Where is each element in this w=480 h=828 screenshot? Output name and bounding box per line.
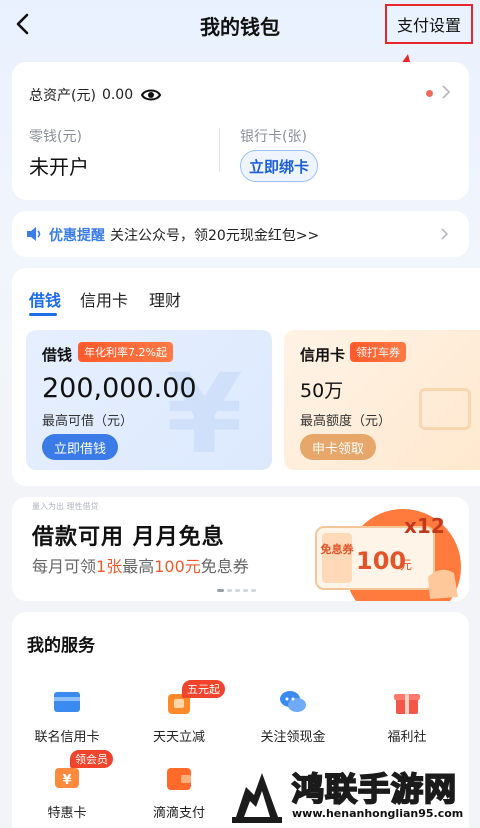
apply-card-button[interactable]: 申卡领取 <box>300 434 376 460</box>
coupon-unit: 元 <box>400 558 412 572</box>
products-section: 借钱 信用卡 理财 ¥ 借钱 年化利率7.2%起 200,000.00 最高可借… <box>12 268 480 486</box>
service-follow-cash[interactable]: 关注领现金 <box>238 686 348 745</box>
service-label: 关注领现金 <box>260 730 326 745</box>
credit-card-card[interactable]: 信用卡 领打车券 50万 最高额度（元） 申卡领取 <box>284 330 480 470</box>
services-title: 我的服务 <box>27 636 95 656</box>
service-didi-pay[interactable]: 滴滴支付 <box>124 762 234 821</box>
pay-settings-button[interactable]: 支付设置 <box>385 4 473 44</box>
tab-underline <box>29 313 57 316</box>
divider <box>219 128 220 172</box>
watermark-text: 鸿联手游网 <box>291 769 458 809</box>
banner-disclaimer: 量入为出 理性借贷 <box>32 502 99 511</box>
service-label: 特惠卡 <box>47 806 87 821</box>
loan-sub: 最高可借（元） <box>42 414 134 429</box>
bind-card-button[interactable]: 立即绑卡 <box>240 150 318 182</box>
notification-dot <box>426 90 433 97</box>
credit-amount: 50万 <box>300 380 344 402</box>
coupon-illustration-icon: 免息券 100 元 x12 <box>315 509 461 601</box>
watermark-url: www.henanhonglian95.com <box>292 807 464 820</box>
banner-subtitle: 每月可领1张最高100元免息券 <box>32 557 249 576</box>
carousel-dots <box>217 589 256 592</box>
eye-icon[interactable] <box>141 87 162 103</box>
credit-badge: 领打车券 <box>350 342 406 362</box>
service-label: 福利社 <box>387 730 427 745</box>
notice-text: 关注公众号，领20元现金红包>> <box>110 228 320 244</box>
yen-watermark-icon: ¥ <box>166 350 243 470</box>
service-special-card[interactable]: ¥ 特惠卡 <box>12 762 122 821</box>
svg-text:¥: ¥ <box>62 773 71 788</box>
coupon-value: 100 <box>356 547 406 575</box>
notice-tag: 优惠提醒 <box>49 228 105 244</box>
chevron-right-icon[interactable] <box>440 84 452 100</box>
tab-loan[interactable]: 借钱 <box>29 287 61 311</box>
banner-title: 借款可用 月月免息 <box>32 525 225 550</box>
coupon-times: x12 <box>404 514 445 538</box>
credit-sub: 最高额度（元） <box>300 414 392 429</box>
change-value[interactable]: 未开户 <box>29 151 89 180</box>
loan-amount: 200,000.00 <box>42 373 197 404</box>
chat-bubbles-icon <box>280 691 306 712</box>
service-badge: 领会员 <box>70 750 113 768</box>
speaker-icon <box>27 227 41 241</box>
service-label: 滴滴支付 <box>152 806 205 821</box>
chevron-right-icon <box>441 228 449 240</box>
change-label: 零钱(元) <box>29 129 82 145</box>
bank-card-label: 银行卡(张) <box>240 129 307 145</box>
tab-credit-card[interactable]: 信用卡 <box>80 287 128 311</box>
watermark-logo-icon <box>232 773 282 823</box>
total-assets-label: 总资产(元) <box>29 88 96 104</box>
wallet-icon <box>167 768 191 790</box>
total-assets-value: 0.00 <box>101 87 134 103</box>
total-assets-row: 总资产(元) 0.00 <box>29 85 162 105</box>
promo-banner[interactable]: 量入为出 理性借贷 借款可用 月月免息 每月可领1张最高100元免息券 免息券 … <box>12 497 469 601</box>
service-welfare[interactable]: 福利社 <box>352 686 462 745</box>
loan-rate-badge: 年化利率7.2%起 <box>78 342 173 362</box>
credit-title: 信用卡 <box>300 346 346 364</box>
gift-icon <box>394 694 420 714</box>
service-label: 天天立减 <box>152 730 205 745</box>
loan-title: 借钱 <box>42 346 73 364</box>
promo-notice[interactable]: 优惠提醒 关注公众号，领20元现金红包>> <box>12 211 469 257</box>
borrow-now-button[interactable]: 立即借钱 <box>42 434 118 460</box>
service-label: 联名信用卡 <box>34 730 100 745</box>
service-cobrand-card[interactable]: 联名信用卡 <box>12 686 122 745</box>
coupon-left-text: 免息券 <box>321 542 355 556</box>
assets-card: 总资产(元) 0.00 零钱(元) 未开户 银行卡(张) 立即绑卡 <box>12 62 469 200</box>
loan-card[interactable]: ¥ 借钱 年化利率7.2%起 200,000.00 最高可借（元） 立即借钱 <box>26 330 272 470</box>
header: 我的钱包 支付设置 <box>0 0 480 50</box>
service-badge: 五元起 <box>182 680 225 698</box>
card-deco-icon <box>419 388 471 430</box>
tab-wealth[interactable]: 理财 <box>149 287 181 311</box>
card-icon <box>54 692 80 712</box>
